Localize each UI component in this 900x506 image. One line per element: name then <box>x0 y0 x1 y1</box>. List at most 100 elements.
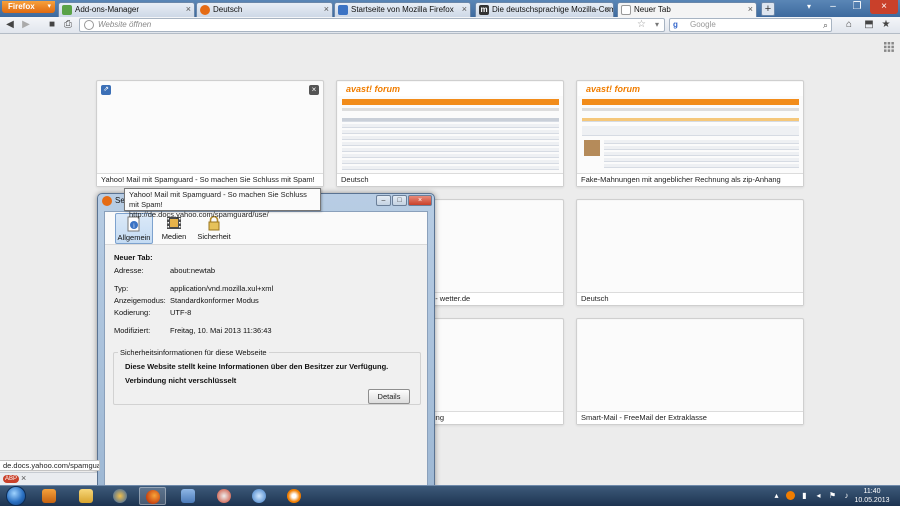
close-icon[interactable]: × <box>748 3 753 16</box>
downloads-icon[interactable]: ⬒ <box>863 19 875 31</box>
reload-icon[interactable]: ▾ <box>655 19 659 31</box>
taskbar-media-player[interactable] <box>35 487 62 505</box>
new-tab-button[interactable]: + <box>761 2 775 16</box>
encoding-value: UTF-8 <box>170 308 192 317</box>
tile-yahoo-mail[interactable]: ⇗ × Yahoo! Mail mit Spamguard - So mache… <box>96 80 324 187</box>
search-bar[interactable]: g Google ⌕ <box>669 18 832 32</box>
tab-neuer-tab[interactable]: Neuer Tab × <box>617 2 757 17</box>
grid-toggle-icon[interactable] <box>884 42 894 52</box>
chevron-down-icon: ▾ <box>47 3 51 10</box>
tab-label: Startseite von Mozilla Firefox <box>351 5 454 14</box>
type-key: Typ: <box>114 284 129 293</box>
modified-row: Modifiziert: Freitag, 10. Mai 2013 11:36:… <box>114 326 272 336</box>
tooltip-url: http://de.docs.yahoo.com/spamguard/use/ <box>129 210 269 219</box>
tile-thumbnail <box>578 320 803 411</box>
volume-icon[interactable]: ◂ <box>814 491 823 500</box>
close-icon[interactable]: × <box>324 3 329 16</box>
clock[interactable]: 11:40 10.05.2013 <box>850 487 894 505</box>
url-bar[interactable]: Website öffnen ☆ ▾ <box>79 18 665 32</box>
avast-tray-icon[interactable] <box>786 491 795 500</box>
network-icon[interactable]: ▮ <box>800 491 809 500</box>
close-icon[interactable]: × <box>21 473 26 483</box>
security-group-title: Sicherheitsinformationen für diese Webse… <box>118 348 269 357</box>
firefox-menu-button[interactable]: Firefox ▾ <box>2 1 55 13</box>
taskbar-avast[interactable] <box>280 487 307 505</box>
xp-mode-icon <box>180 489 195 503</box>
tab-deutsch[interactable]: Deutsch × <box>196 2 333 17</box>
tab-label: Neuer Tab <box>634 5 671 14</box>
adblock-icon[interactable]: ABP <box>3 475 19 483</box>
taskbar-explorer[interactable] <box>72 487 99 505</box>
tab-label: Medien <box>161 232 187 241</box>
tab-add-ons-manager[interactable]: Add-ons-Manager × <box>58 2 195 17</box>
address-value: about:newtab <box>170 266 216 275</box>
tab-mozilla-community[interactable]: m Die deutschsprachige Mozilla-Comm... × <box>475 2 614 17</box>
tab-label: Add-ons-Manager <box>75 5 140 14</box>
tile-smart-mail[interactable]: Smart-Mail - FreeMail der Extraklasse <box>576 318 804 425</box>
paint-icon <box>216 489 231 503</box>
taskbar-paint[interactable] <box>210 487 237 505</box>
close-icon[interactable]: × <box>309 85 319 95</box>
page-info-window: Seit – □ × i Allgemein Medien Sicherheit… <box>97 193 435 491</box>
start-button[interactable] <box>6 486 26 506</box>
restore-window-button[interactable]: ❐ <box>846 0 868 14</box>
back-arrow-icon[interactable]: ◀ <box>4 19 16 31</box>
action-center-flag-icon[interactable]: ⚑ <box>828 491 837 500</box>
encoding-row: Kodierung: UTF-8 <box>114 308 191 318</box>
security-info-group: Sicherheitsinformationen für diese Webse… <box>113 348 421 405</box>
type-row: Typ: application/vnd.mozilla.xul+xml <box>114 284 273 294</box>
taskbar-xp-mode[interactable] <box>174 487 201 505</box>
print-icon[interactable]: ⎙ <box>62 19 74 31</box>
tab-startseite[interactable]: Startseite von Mozilla Firefox × <box>334 2 471 17</box>
tile-avast-forum[interactable]: avast! forum Deutsch <box>336 80 564 187</box>
maximize-window-button[interactable]: □ <box>392 195 407 206</box>
thunderbird-icon <box>112 489 127 503</box>
clock-time: 11:40 <box>863 488 881 495</box>
home-icon[interactable]: ⌂ <box>843 19 855 31</box>
encryption-message: Verbindung nicht verschlüsselt <box>125 376 237 385</box>
stop-icon[interactable]: ■ <box>46 19 58 31</box>
minimize-window-button[interactable]: – <box>376 195 391 206</box>
tooltip: Yahoo! Mail mit Spamguard - So machen Si… <box>124 188 321 219</box>
firefox-icon <box>338 5 348 15</box>
navigation-toolbar: ◀ ▶ ■ ⎙ Website öffnen ☆ ▾ g Google ⌕ ⌂ … <box>0 17 900 34</box>
bookmark-star-icon[interactable]: ☆ <box>637 19 646 31</box>
close-icon[interactable]: × <box>186 3 191 16</box>
minimize-window-button[interactable]: – <box>822 0 844 14</box>
status-url: de.docs.yahoo.com/spamguard <box>0 460 100 471</box>
mode-row: Anzeigemodus: Standardkonformer Modus <box>114 296 259 306</box>
firefox-menu-label: Firefox <box>8 2 35 11</box>
close-window-button[interactable]: × <box>408 195 432 206</box>
globe-icon <box>84 20 94 30</box>
tile-deutsch-2[interactable]: Deutsch <box>576 199 804 306</box>
tooltip-title: Yahoo! Mail mit Spamguard - So machen Si… <box>129 190 307 209</box>
close-icon[interactable]: × <box>462 3 467 16</box>
pin-icon[interactable]: ⇗ <box>101 85 111 95</box>
clock-date: 10.05.2013 <box>854 497 890 504</box>
forward-arrow-icon[interactable]: ▶ <box>20 19 32 31</box>
taskbar-thunderbird[interactable] <box>106 487 133 505</box>
puzzle-icon <box>62 5 72 15</box>
close-icon[interactable]: × <box>605 3 610 16</box>
google-icon[interactable]: g <box>673 20 683 30</box>
modified-key: Modifiziert: <box>114 326 151 335</box>
tile-label: Deutsch <box>337 173 563 186</box>
taskbar-ccleaner[interactable] <box>245 487 272 505</box>
tile-thumbnail: avast! forum <box>338 82 563 173</box>
tile-thumbnail <box>98 82 323 173</box>
details-button[interactable]: Details <box>368 389 410 404</box>
addon-bar: ABP × <box>0 472 97 485</box>
bookmarks-icon[interactable]: ★ <box>880 19 892 31</box>
show-hidden-icons[interactable]: ▴ <box>772 491 781 500</box>
explorer-folder-icon <box>78 489 93 503</box>
magnifier-icon[interactable]: ⌕ <box>823 19 828 31</box>
taskbar-firefox[interactable] <box>139 487 166 505</box>
address-row: Adresse: about:newtab <box>114 266 215 276</box>
tile-thumbnail: avast! forum <box>578 82 803 173</box>
list-all-tabs-icon[interactable]: ▾ <box>803 2 815 14</box>
type-value: application/vnd.mozilla.xul+xml <box>170 284 274 293</box>
mozilla-m-icon: m <box>479 5 489 15</box>
tile-fake-mahnungen[interactable]: avast! forum Fake-Mahnungen mit angeblic… <box>576 80 804 187</box>
close-window-button[interactable]: × <box>870 0 898 14</box>
address-key: Adresse: <box>114 266 144 275</box>
